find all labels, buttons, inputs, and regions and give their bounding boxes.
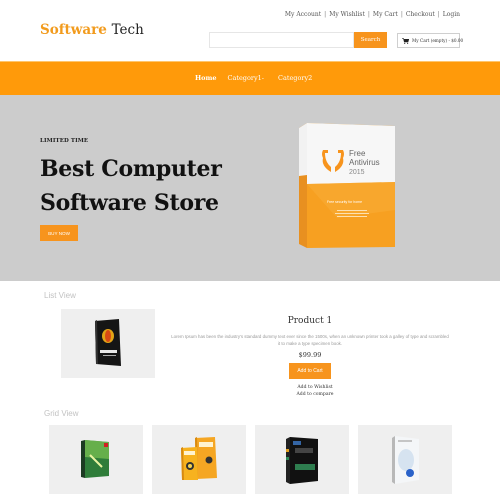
- box-year: 2015: [349, 169, 365, 176]
- search-input[interactable]: [209, 32, 354, 48]
- grid-item[interactable]: [49, 425, 143, 494]
- list-view-label: List View: [44, 291, 76, 300]
- login-link[interactable]: Login: [443, 11, 460, 18]
- hero-title: Best Computer Software Store: [40, 152, 222, 220]
- box-title-line2: Antivirus: [349, 158, 380, 167]
- add-to-compare-link[interactable]: Add to compare: [280, 392, 350, 397]
- box-tagline: Free security for home: [327, 200, 362, 204]
- my-account-link[interactable]: My Account: [285, 11, 321, 18]
- add-to-cart-button[interactable]: Add to Cart: [289, 363, 331, 379]
- white-software-box-icon: [392, 436, 419, 484]
- mini-cart-button[interactable]: My Cart (empty) - $0.00: [397, 33, 464, 48]
- my-wishlist-link[interactable]: My Wishlist: [329, 11, 365, 18]
- green-software-box-icon: [81, 440, 109, 478]
- separator: |: [324, 11, 327, 18]
- logo[interactable]: Software Tech: [40, 22, 144, 38]
- grid-item[interactable]: [255, 425, 349, 494]
- main-nav: Home Category1- Category2: [0, 61, 500, 95]
- product-description: Lorem Ipsum has been the industry's stan…: [171, 334, 449, 347]
- hero-kicker: LIMITED TIME: [40, 138, 89, 144]
- hero-title-line2: Software Store: [40, 190, 219, 216]
- avg-antivirus-box-icon: [286, 437, 318, 484]
- buy-now-button[interactable]: BUY NOW: [40, 225, 78, 241]
- my-cart-link[interactable]: My Cart: [373, 11, 398, 18]
- add-to-wishlist-link[interactable]: Add to Wishlist: [280, 385, 350, 390]
- norton-box-icon: [181, 437, 217, 480]
- nav-category1[interactable]: Category1-: [228, 74, 265, 82]
- grid-item[interactable]: [152, 425, 246, 494]
- nav-category2[interactable]: Category2: [278, 74, 312, 82]
- separator: |: [400, 11, 403, 18]
- hero-banner: LIMITED TIME Best Computer Software Stor…: [0, 95, 500, 281]
- product-price: $99.99: [298, 351, 322, 359]
- nav-home[interactable]: Home: [195, 74, 217, 82]
- grid-view-label: Grid View: [44, 409, 79, 418]
- list-product-image[interactable]: [61, 309, 155, 378]
- hero-title-line1: Best Computer: [40, 156, 222, 182]
- box-title-line1: Free: [349, 149, 366, 158]
- logo-primary: Software: [40, 22, 107, 38]
- site-header: Software Tech My Account | My Wishlist |…: [0, 0, 500, 60]
- separator: |: [437, 11, 440, 18]
- cart-icon: [402, 37, 410, 44]
- checkout-link[interactable]: Checkout: [406, 11, 435, 18]
- cart-summary: My Cart (empty) - $0.00: [412, 38, 464, 43]
- antivirus-box-image: Free Antivirus 2015 Free security for ho…: [297, 120, 399, 252]
- separator: |: [367, 11, 370, 18]
- search-button[interactable]: Search: [354, 32, 387, 48]
- top-links: My Account | My Wishlist | My Cart | Che…: [285, 11, 460, 18]
- coreldraw-box-icon: [95, 319, 121, 366]
- logo-secondary: Tech: [111, 22, 144, 38]
- grid-item[interactable]: [358, 425, 452, 494]
- product-title[interactable]: Product 1: [170, 316, 450, 326]
